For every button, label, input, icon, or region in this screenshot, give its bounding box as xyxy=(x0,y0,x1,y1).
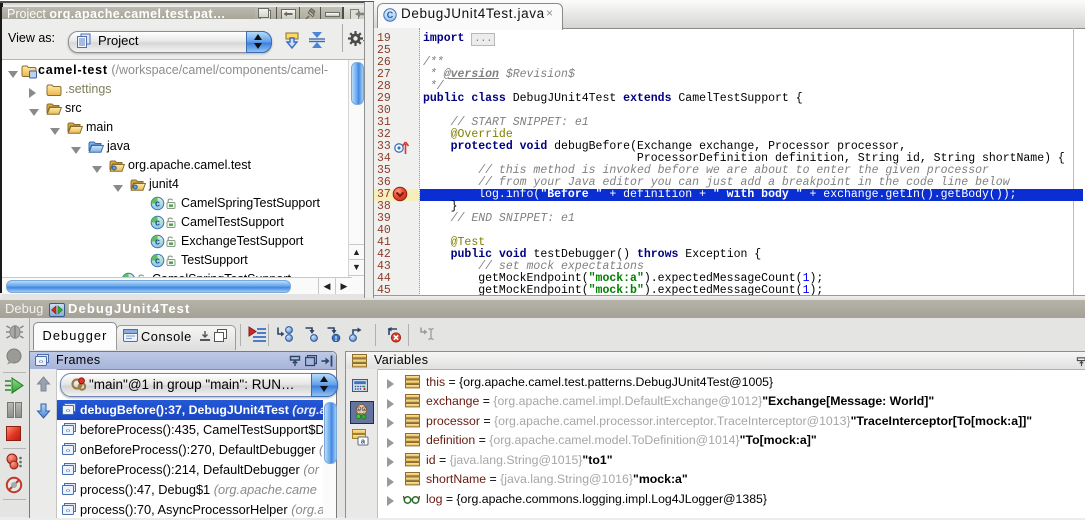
svg-text:‹›: ‹› xyxy=(66,448,71,455)
svg-text:‹›: ‹› xyxy=(66,488,71,495)
svg-text:C: C xyxy=(387,10,394,20)
svg-text:‹›: ‹› xyxy=(66,468,71,475)
svg-text:‹›: ‹› xyxy=(39,359,44,366)
svg-text:c: c xyxy=(155,199,160,209)
svg-text:‹›: ‹› xyxy=(66,508,71,515)
svg-text:c: c xyxy=(155,256,160,266)
svg-text:‹›: ‹› xyxy=(66,408,71,415)
svg-text:‹›: ‹› xyxy=(66,428,71,435)
svg-text:!: ! xyxy=(335,334,338,342)
svg-text:c: c xyxy=(155,237,160,247)
svg-text:c: c xyxy=(155,218,160,228)
